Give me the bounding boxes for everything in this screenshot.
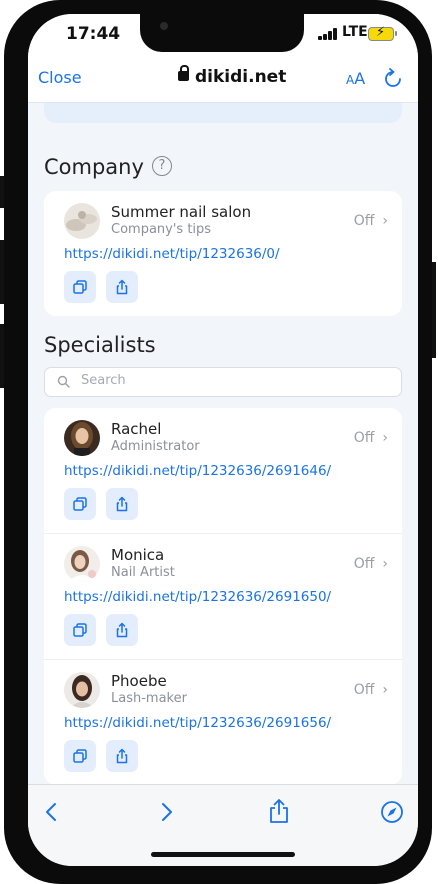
copy-link-button[interactable] <box>64 271 96 303</box>
company-heading: Company? <box>44 155 172 179</box>
avatar <box>64 672 100 708</box>
specialist-name: Phoebe <box>111 672 167 690</box>
browser-nav-bar: Close dikidi.net AA <box>28 58 418 103</box>
volume-down-button <box>0 324 4 388</box>
close-button[interactable]: Close <box>38 68 82 87</box>
search-input[interactable] <box>79 372 383 389</box>
chevron-right-icon: › <box>382 682 388 698</box>
address-bar[interactable]: dikidi.net <box>178 65 287 87</box>
silent-switch <box>0 176 4 208</box>
notch <box>140 14 304 52</box>
specialists-card: Rachel Administrator Off › https://dikidi… <box>44 408 402 784</box>
company-status[interactable]: Off › <box>354 213 388 229</box>
text-size-small: A <box>346 73 355 87</box>
signal-icon <box>318 28 340 40</box>
chevron-right-icon: › <box>382 556 388 572</box>
specialist-status[interactable]: Off › <box>354 682 388 698</box>
specialist-role: Administrator <box>111 439 200 454</box>
specialist-name: Rachel <box>111 420 162 438</box>
share-icon <box>116 622 128 638</box>
company-heading-text: Company <box>44 155 144 179</box>
clock: 17:44 <box>66 24 121 44</box>
share-link-button[interactable] <box>106 740 138 772</box>
copy-link-button[interactable] <box>64 488 96 520</box>
chevron-right-icon: › <box>382 213 388 229</box>
specialist-status[interactable]: Off › <box>354 556 388 572</box>
company-card: Summer nail salon Company's tips Off › ht… <box>44 191 402 316</box>
copy-icon <box>73 280 87 294</box>
status-label: Off <box>353 430 375 446</box>
camera <box>160 22 168 30</box>
screen: 17:44 LTE ⚡ Close dikidi.net AA Company? <box>28 14 418 866</box>
network-label: LTE <box>342 24 368 40</box>
home-indicator <box>151 852 295 857</box>
specialist-row[interactable]: Monica Nail Artist Off › https://dikidi.n… <box>44 533 402 659</box>
share-icon <box>116 279 128 295</box>
copy-link-button[interactable] <box>64 740 96 772</box>
forward-arrow-icon[interactable] <box>160 801 174 827</box>
text-size-large: A <box>354 69 366 88</box>
company-row[interactable]: Summer nail salon Company's tips Off › ht… <box>44 191 402 316</box>
specialist-row[interactable]: Rachel Administrator Off › https://dikidi… <box>44 408 402 533</box>
compass-icon[interactable] <box>380 800 404 828</box>
status-bar: 17:44 LTE ⚡ <box>28 14 418 58</box>
previous-card-edge <box>44 103 402 123</box>
status-label: Off <box>353 556 375 572</box>
phone-frame: 17:44 LTE ⚡ Close dikidi.net AA Company? <box>0 0 436 884</box>
copy-icon <box>73 497 87 511</box>
battery-icon: ⚡ <box>368 25 397 41</box>
specialist-tip-link[interactable]: https://dikidi.net/tip/1232636/2691656/ <box>64 715 331 731</box>
share-icon <box>116 496 128 512</box>
copy-icon <box>73 623 87 637</box>
share-link-button[interactable] <box>106 271 138 303</box>
text-size-button[interactable]: AA <box>346 69 365 88</box>
company-avatar <box>64 203 100 239</box>
help-icon[interactable]: ? <box>151 156 172 176</box>
company-tip-link[interactable]: https://dikidi.net/tip/1232636/0/ <box>64 246 280 262</box>
specialist-tip-link[interactable]: https://dikidi.net/tip/1232636/2691650/ <box>64 589 331 605</box>
specialists-heading: Specialists <box>44 333 156 357</box>
specialist-name: Monica <box>111 546 165 564</box>
specialist-row[interactable]: Phoebe Lash-maker Off › https://dikidi.ne… <box>44 659 402 784</box>
specialist-tip-link[interactable]: https://dikidi.net/tip/1232636/2691646/ <box>64 463 331 479</box>
volume-up-button <box>0 240 4 304</box>
back-arrow-icon[interactable] <box>44 801 58 827</box>
share-link-button[interactable] <box>106 614 138 646</box>
reload-icon[interactable] <box>384 68 402 93</box>
share-icon <box>116 748 128 764</box>
share-link-button[interactable] <box>106 488 138 520</box>
company-subtitle: Company's tips <box>111 222 212 237</box>
page-content: Company? Summer nail salon Company's tip… <box>28 103 418 784</box>
search-icon <box>57 375 70 388</box>
copy-link-button[interactable] <box>64 614 96 646</box>
status-label: Off <box>353 682 375 698</box>
lock-icon <box>178 65 189 81</box>
specialist-role: Nail Artist <box>111 565 175 580</box>
specialist-status[interactable]: Off › <box>354 430 388 446</box>
url-text: dikidi.net <box>195 67 287 87</box>
specialist-role: Lash-maker <box>111 691 187 706</box>
charging-icon: ⚡ <box>376 25 386 40</box>
power-button <box>432 262 436 358</box>
avatar <box>64 546 100 582</box>
copy-icon <box>73 749 87 763</box>
search-box[interactable] <box>44 367 402 397</box>
chevron-right-icon: › <box>382 430 388 446</box>
avatar <box>64 420 100 456</box>
status-label: Off <box>353 213 375 229</box>
share-icon[interactable] <box>268 798 290 828</box>
company-name: Summer nail salon <box>111 203 252 221</box>
